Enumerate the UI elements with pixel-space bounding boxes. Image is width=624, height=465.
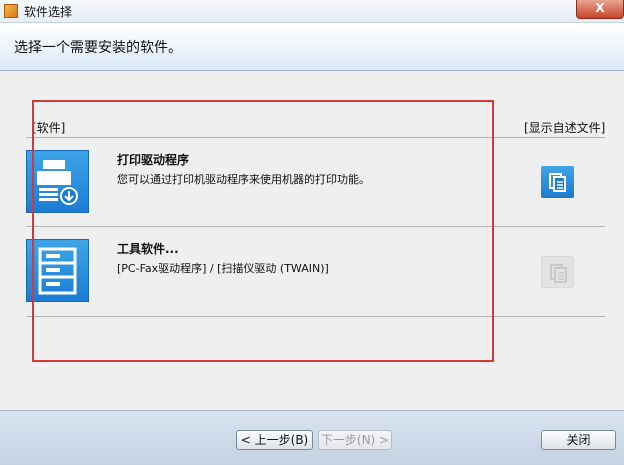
title-bar: 软件选择 X [0,0,624,23]
readme-button-printer-driver[interactable] [541,166,574,198]
highlight-box [32,100,494,362]
close-button[interactable]: 关闭 [541,430,616,450]
app-icon [4,4,18,18]
readme-button-utility-software [541,256,574,288]
back-button[interactable]: < 上一步(B) [236,430,313,450]
column-label-readme: [显示自述文件] [524,121,606,135]
documents-icon [550,264,567,283]
next-button[interactable]: 下一步(N) > [318,430,392,450]
window-title: 软件选择 [24,5,73,19]
header-panel: 选择一个需要安装的软件。 [0,23,624,71]
window-close-button[interactable]: X [576,0,624,19]
documents-icon [549,173,566,192]
header-instruction: 选择一个需要安装的软件。 [14,40,182,56]
footer-bar: < 上一步(B) 下一步(N) > 关闭 [0,410,624,465]
